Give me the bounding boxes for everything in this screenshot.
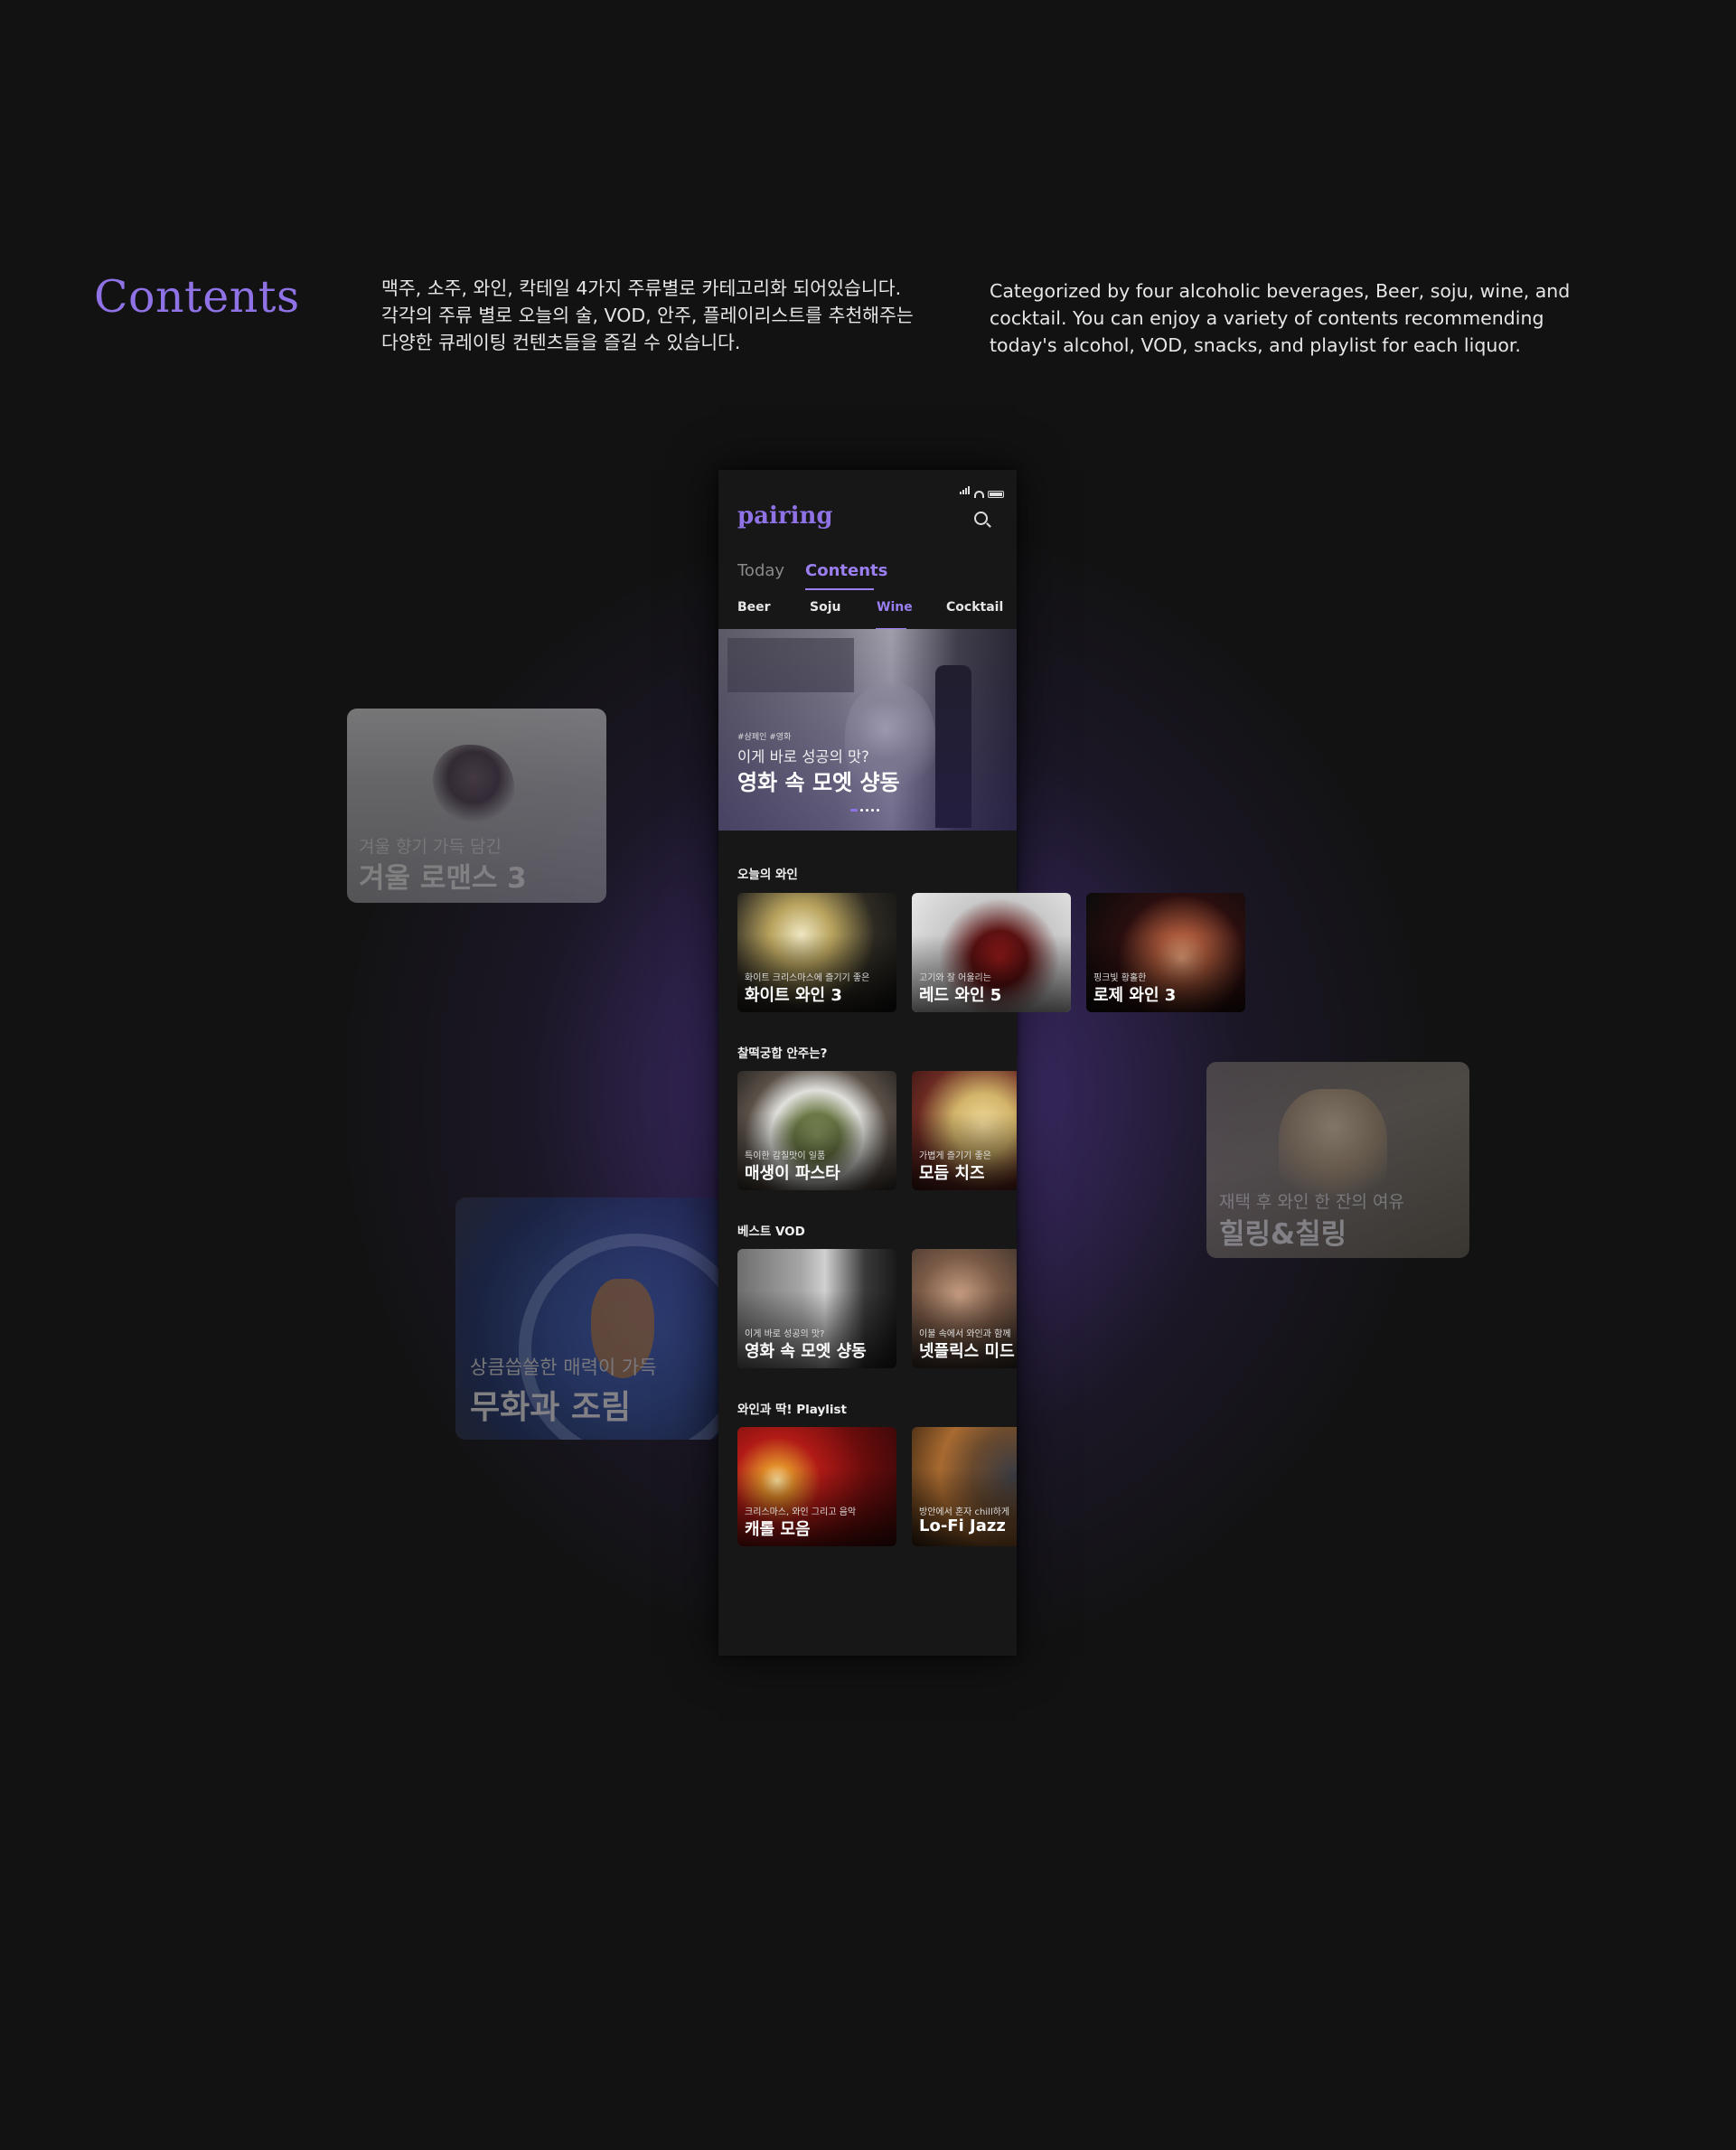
carousel-dot[interactable] [866,809,868,812]
card-subtitle: 가볍게 즐기기 좋은 [919,1151,991,1161]
hero-tags: #샴페인 #영화 [737,733,792,742]
description-line: cocktail. You can enjoy a variety of con… [990,307,1544,329]
search-icon[interactable] [974,512,988,525]
tab-contents[interactable]: Contents [805,561,887,580]
card-title: 힐링&칠링 [1219,1218,1347,1251]
card-title: 화이트 와인 3 [745,986,842,1005]
card-lofi-jazz-playlist[interactable]: 방안에서 혼자 chill하게 Lo-Fi Jazz [912,1427,1017,1546]
card-title: 캐롤 모음 [745,1520,811,1539]
card-title: 레드 와인 5 [919,986,1002,1005]
card-image [433,745,514,826]
floating-card-healing: 재택 후 와인 한 잔의 여유 힐링&칠링 [1206,1062,1469,1258]
card-subtitle: 핑크빛 황홀한 [1093,973,1147,983]
status-bar [960,481,1004,498]
carousel-dot[interactable] [871,809,874,812]
card-title: 모듬 치즈 [919,1164,985,1183]
section-title-best-vod: 베스트 VOD [737,1225,805,1239]
battery-icon [988,491,1004,498]
card-clip: 가볍게 즐기기 좋은 모듬 치즈 [912,1071,1017,1190]
card-rose-wine[interactable]: 핑크빛 황홀한 로제 와인 3 [1086,893,1245,1012]
hero-banner[interactable]: #샴페인 #영화 이게 바로 성공의 맛? 영화 속 모엣 샹동 [718,629,1017,831]
description-line: 맥주, 소주, 와인, 칵테일 4가지 주류별로 카테고리화 되어있습니다. [381,277,902,299]
card-title: 매생이 파스타 [745,1164,840,1183]
card-clip: 방안에서 혼자 chill하게 Lo-Fi Jazz [912,1427,1017,1546]
card-subtitle: 방안에서 혼자 chill하게 [919,1507,1010,1517]
card-subtitle: 상큼씁쓸한 매력이 가득 [470,1357,657,1378]
card-subtitle: 이불 속에서 와인과 함께 [919,1329,1011,1339]
card-subtitle: 특이한 감칠맛이 일품 [745,1151,826,1161]
card-cheese[interactable]: 가볍게 즐기기 좋은 모듬 치즈 [912,1071,1017,1190]
category-wine[interactable]: Wine [877,600,913,615]
card-pasta[interactable]: 특이한 감칠맛이 일품 매생이 파스타 [737,1071,896,1190]
hero-title: 영화 속 모엣 샹동 [737,770,900,795]
card-title: 무화과 조림 [470,1389,632,1426]
card-subtitle: 재택 후 와인 한 잔의 여유 [1219,1192,1404,1212]
card-subtitle: 크리스마스, 와인 그리고 음악 [745,1507,857,1517]
description-line: 각각의 주류 별로 오늘의 술, VOD, 안주, 플레이리스트를 추천해주는 [381,305,914,326]
carousel-indicator[interactable] [850,809,879,812]
card-title: 영화 속 모엣 샹동 [745,1342,867,1361]
carousel-dot[interactable] [860,809,863,812]
page-heading: Contents [94,271,300,323]
signal-icon [960,481,971,498]
section-title-playlist: 와인과 딱! Playlist [737,1403,847,1417]
carousel-dot[interactable] [850,809,858,812]
section-title-pairing-snacks: 찰떡궁합 안주는? [737,1047,828,1061]
card-subtitle: 고기와 잘 어울리는 [919,973,991,983]
card-subtitle: 이게 바로 성공의 맛? [745,1329,825,1339]
description-line: Categorized by four alcoholic beverages,… [990,280,1571,302]
description-line: today's alcohol, VOD, snacks, and playli… [990,334,1521,356]
floating-card-fig: 상큼씁쓸한 매력이 가득 무화과 조림 [455,1197,719,1440]
card-title: Lo-Fi Jazz [919,1516,1006,1535]
description-korean: 맥주, 소주, 와인, 칵테일 4가지 주류별로 카테고리화 되어있습니다. 각… [381,275,914,356]
description-english: Categorized by four alcoholic beverages,… [990,277,1570,359]
section-title-todays-wine: 오늘의 와인 [737,868,798,882]
card-vod-movie[interactable]: 이게 바로 성공의 맛? 영화 속 모엣 샹동 [737,1249,896,1368]
floating-card-winter-romance: 겨울 향기 가득 담긴 겨울 로맨스 3 [347,709,606,903]
app-logo: pairing [737,502,833,530]
category-soju[interactable]: Soju [810,600,840,615]
tab-today[interactable]: Today [737,561,784,580]
card-vod-series[interactable]: 이불 속에서 와인과 함께 넷플릭스 미드 5 [912,1249,1017,1368]
card-red-wine[interactable]: 고기와 잘 어울리는 레드 와인 5 [912,893,1071,1012]
wifi-icon [974,491,984,498]
card-title: 겨울 로맨스 3 [359,862,527,895]
category-cocktail[interactable]: Cocktail [946,600,1003,615]
category-beer[interactable]: Beer [737,600,771,615]
card-subtitle: 화이트 크리스마스에 즐기기 좋은 [745,973,870,983]
card-carol-playlist[interactable]: 크리스마스, 와인 그리고 음악 캐롤 모음 [737,1427,896,1546]
card-subtitle: 겨울 향기 가득 담긴 [359,837,502,857]
description-line: 다양한 큐레이팅 컨텐츠들을 즐길 수 있습니다. [381,332,741,353]
phone-screen: pairing Today Contents Beer Soju Wine Co… [718,470,1245,1656]
card-clip: 이불 속에서 와인과 함께 넷플릭스 미드 5 [912,1249,1017,1368]
tab-active-indicator [805,588,874,590]
carousel-dot[interactable] [877,809,879,812]
card-title: 넷플릭스 미드 5 [919,1342,1017,1361]
card-title: 로제 와인 3 [1093,986,1177,1005]
card-white-wine[interactable]: 화이트 크리스마스에 즐기기 좋은 화이트 와인 3 [737,893,896,1012]
hero-subtitle: 이게 바로 성공의 맛? [737,748,869,765]
